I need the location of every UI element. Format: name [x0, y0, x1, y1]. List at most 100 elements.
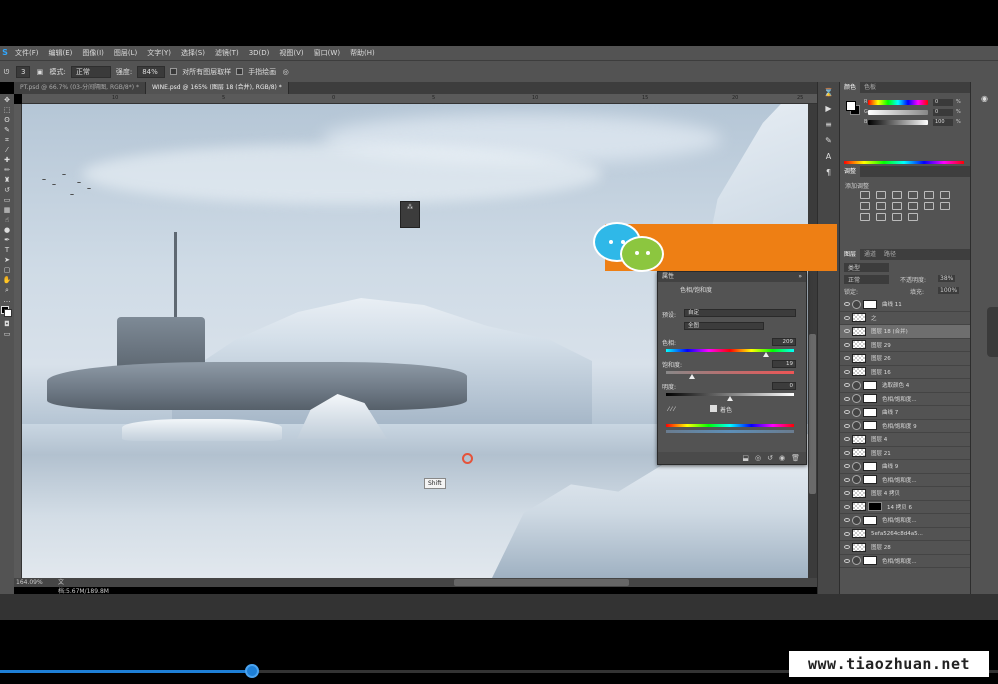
tab-paths[interactable]: 路径 — [880, 249, 900, 260]
eye-icon[interactable] — [844, 518, 850, 523]
crop-tool-icon[interactable]: ⌗ — [3, 136, 12, 144]
eye-icon[interactable] — [844, 356, 850, 361]
layer-row[interactable]: 14 拷贝 6 — [840, 501, 970, 514]
brightness-slider[interactable] — [868, 120, 928, 125]
layer-row[interactable]: 选取颜色 4 — [840, 379, 970, 393]
screen-mode-icon[interactable]: ▭ — [3, 330, 12, 338]
quick-select-tool-icon[interactable]: ✎ — [3, 126, 12, 134]
layer-row[interactable]: 图层 26 — [840, 352, 970, 366]
brightness-icon[interactable] — [860, 191, 870, 199]
smudge-tool-icon[interactable]: ᘎ — [2, 68, 11, 76]
layer-mask-thumb[interactable] — [868, 502, 882, 512]
marquee-tool-icon[interactable]: ⬚ — [3, 106, 12, 114]
colorize-checkbox[interactable] — [710, 405, 717, 412]
pressure-icon[interactable]: ◎ — [281, 68, 290, 76]
menu-image[interactable]: 图像(I) — [77, 46, 109, 60]
path-select-icon[interactable]: ➤ — [3, 256, 12, 264]
hue-track[interactable] — [666, 349, 794, 352]
hue-input[interactable]: 209 — [772, 338, 796, 346]
delete-icon[interactable]: 🗑 — [791, 454, 800, 462]
eye-icon[interactable] — [844, 329, 850, 334]
eye-icon[interactable] — [844, 396, 850, 401]
reset-icon[interactable]: ↺ — [767, 454, 773, 462]
color-value-r[interactable]: 0 — [933, 99, 953, 106]
color-value-b[interactable]: 100 — [933, 119, 953, 126]
eyedropper-tool-icon[interactable]: ⁄ — [3, 146, 12, 154]
brush-settings-icon[interactable]: ✎ — [825, 136, 832, 146]
eye-icon[interactable] — [844, 410, 850, 415]
layer-thumb[interactable] — [852, 353, 866, 363]
shape-tool-icon[interactable]: ▢ — [3, 266, 12, 274]
actions-icon[interactable]: ▶ — [825, 104, 831, 114]
clip-icon[interactable]: ⬓ — [742, 454, 749, 462]
eye-icon[interactable]: ◉ — [971, 94, 998, 103]
eye-icon[interactable] — [844, 531, 850, 536]
layer-row[interactable]: 曲线 9 — [840, 460, 970, 474]
layer-mask-thumb[interactable] — [863, 475, 877, 485]
vibrance-icon[interactable] — [924, 191, 934, 199]
eye-icon[interactable] — [844, 423, 850, 428]
quick-mask-icon[interactable]: ◘ — [3, 320, 12, 328]
posterize-icon[interactable] — [860, 213, 870, 221]
menu-help[interactable]: 帮助(H) — [345, 46, 380, 60]
tab-wine[interactable]: WINE.psd @ 165% (图层 18 (合并), RGB/8) * — [145, 82, 289, 94]
tab-adjustments[interactable]: 调整 — [840, 166, 861, 177]
layer-thumb[interactable] — [852, 502, 866, 512]
layer-thumb[interactable] — [852, 542, 866, 552]
gradient-map-icon[interactable] — [892, 213, 902, 221]
video-progress-knob[interactable] — [245, 664, 259, 678]
eye-icon[interactable] — [844, 477, 850, 482]
eye-icon[interactable] — [844, 558, 850, 563]
menu-file[interactable]: 文件(F) — [10, 46, 44, 60]
layer-kind-filter[interactable]: 类型 — [844, 263, 889, 272]
eye-icon[interactable] — [844, 383, 850, 388]
properties-icon[interactable]: ≡ — [825, 120, 832, 130]
bw-icon[interactable] — [876, 202, 886, 210]
layer-row[interactable]: 曲线 7 — [840, 406, 970, 420]
lasso-tool-icon[interactable]: ʘ — [3, 116, 12, 124]
color-spectrum[interactable] — [844, 161, 964, 164]
healing-tool-icon[interactable]: ✚ — [3, 156, 12, 164]
layer-row[interactable]: 之 — [840, 312, 970, 325]
color-swatches[interactable] — [1, 306, 13, 318]
view-previous-icon[interactable]: ◎ — [755, 454, 761, 462]
layer-thumb[interactable] — [852, 326, 866, 336]
zoom-level[interactable]: 164.09% — [14, 578, 54, 587]
move-tool-icon[interactable]: ✥ — [3, 96, 12, 104]
eyedropper-icons[interactable]: ⁄ ⁄ ⁄ — [668, 406, 675, 413]
saturation-knob[interactable] — [688, 374, 695, 379]
eye-icon[interactable] — [844, 302, 850, 307]
tab-channels[interactable]: 通道 — [860, 249, 880, 260]
strength-input[interactable]: 84% — [137, 65, 166, 78]
saturation-track[interactable] — [666, 371, 794, 374]
layer-row[interactable]: 色相/饱和度... — [840, 555, 970, 568]
menu-edit[interactable]: 编辑(E) — [44, 46, 78, 60]
eye-icon[interactable] — [844, 437, 850, 442]
scrollbar-thumb[interactable] — [809, 334, 816, 494]
eye-icon[interactable] — [844, 450, 850, 455]
opacity-input[interactable]: 38% — [938, 275, 956, 282]
zoom-tool-icon[interactable]: ⌕ — [3, 286, 12, 294]
layer-row[interactable]: 图层 4 — [840, 433, 970, 447]
tab-pt[interactable]: PT.psd @ 66.7% (03-分间隔图, RGB/8*) * — [14, 82, 146, 94]
stamp-tool-icon[interactable]: ♜ — [3, 176, 12, 184]
layer-thumb[interactable] — [852, 367, 866, 377]
tab-color[interactable]: 颜色 — [840, 82, 861, 93]
eye-icon[interactable] — [844, 464, 850, 469]
layer-mask-thumb[interactable] — [863, 421, 877, 431]
layer-mask-thumb[interactable] — [863, 394, 877, 404]
layer-row[interactable]: 色相/饱和度... — [840, 393, 970, 406]
layer-row[interactable]: 色相/饱和度 9 — [840, 420, 970, 433]
layer-row[interactable]: 图层 28 — [840, 541, 970, 555]
dodge-tool-icon[interactable]: ● — [3, 226, 12, 234]
fill-input[interactable]: 100% — [938, 287, 960, 294]
blend-mode-select[interactable]: 正常 — [844, 275, 889, 284]
pen-tool-icon[interactable]: ✒ — [3, 236, 12, 244]
brush-panel-icon[interactable]: ▣ — [35, 68, 44, 76]
tab-layers[interactable]: 图层 — [840, 249, 861, 260]
gradient-tool-icon[interactable]: ▦ — [3, 206, 12, 214]
hue-sat-icon[interactable] — [940, 191, 950, 199]
hand-tool-icon[interactable]: ✋ — [3, 276, 12, 284]
mode-select[interactable]: 正常 — [70, 65, 111, 78]
layer-mask-thumb[interactable] — [863, 407, 877, 417]
